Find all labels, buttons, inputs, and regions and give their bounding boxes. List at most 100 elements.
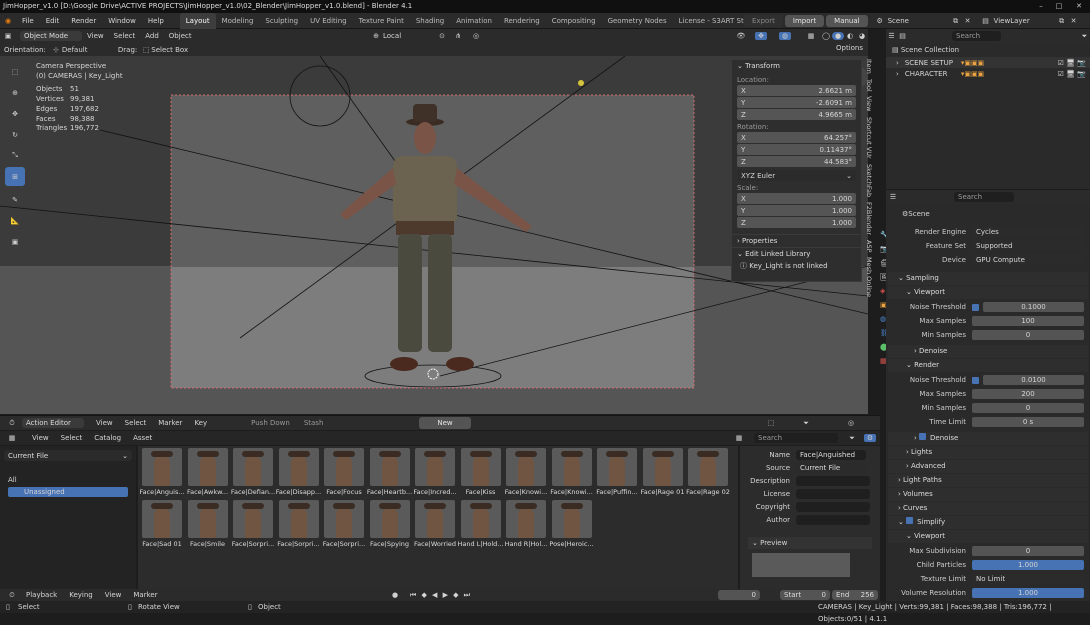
asset-tile[interactable]: Face|Sorpri... — [277, 500, 321, 548]
asset-tile[interactable]: Face|Rage 01 — [641, 448, 685, 496]
options-button[interactable]: Options — [836, 44, 863, 52]
start-frame-field[interactable]: Start 0 — [780, 590, 830, 600]
minimize-icon[interactable]: – — [1032, 0, 1050, 13]
tab-uv-editing[interactable]: UV Editing — [304, 13, 353, 29]
transform-panel-header[interactable]: ⌄ Transform — [732, 60, 861, 73]
properties-editor-icon[interactable]: ☰ — [886, 193, 900, 201]
tab-shortcut[interactable]: Shortcut VUr — [865, 117, 873, 159]
asset-tile[interactable]: Face|Defian... — [231, 448, 275, 496]
asset-name-field[interactable]: Face|Anguished — [796, 450, 866, 460]
r-min-field[interactable]: 0 — [972, 403, 1084, 413]
asset-tile[interactable]: Face|Anguis... — [139, 448, 185, 496]
display-mode-icon[interactable]: ▦ — [733, 434, 745, 442]
rotation-z-field[interactable]: Z 44.583° — [737, 156, 856, 167]
properties-search[interactable]: Search — [954, 192, 1014, 202]
tab-texture-paint[interactable]: Texture Paint — [353, 13, 410, 29]
rotation-y-field[interactable]: Y 0.11437° — [737, 144, 856, 155]
rotate-tool-icon[interactable]: ↻ — [5, 125, 25, 144]
asset-settings-icon[interactable]: ⚙ — [864, 434, 876, 442]
add-cube-tool-icon[interactable]: ▣ — [5, 232, 25, 251]
record-icon[interactable]: ● — [390, 591, 400, 599]
tab-geometry-nodes[interactable]: Geometry Nodes — [602, 13, 673, 29]
viewport-subpanel[interactable]: ⌄ Viewport — [888, 286, 1088, 299]
asset-description-field[interactable] — [796, 476, 870, 486]
render-subpanel[interactable]: ⌄ Render — [888, 359, 1088, 372]
solid-shading-icon[interactable]: ● — [832, 32, 844, 40]
annotate-tool-icon[interactable]: ✎ — [5, 190, 25, 209]
tab-layout[interactable]: Layout — [179, 12, 216, 29]
filter-icon[interactable]: ⏷ — [800, 419, 812, 428]
asset-tile[interactable]: Face|Awkw... — [187, 448, 230, 496]
ab-menu-catalog[interactable]: Catalog — [88, 434, 127, 442]
advanced-subpanel[interactable]: › Advanced — [888, 460, 1088, 473]
asset-search[interactable]: Search — [754, 433, 838, 443]
jump-end-icon[interactable]: ⏭ — [464, 591, 470, 600]
simplify-viewport-subpanel[interactable]: ⌄ Viewport — [888, 530, 1088, 543]
menu-render[interactable]: Render — [65, 13, 102, 29]
asset-tile[interactable]: Face|Rage 02 — [686, 448, 730, 496]
view-layer-name[interactable]: ViewLayer — [994, 17, 1056, 25]
vp-menu-object[interactable]: Object — [164, 32, 197, 40]
scale-x-field[interactable]: X 1.000 — [737, 193, 856, 204]
tab-animation[interactable]: Animation — [450, 13, 498, 29]
visibility-icon[interactable]: 👁 — [735, 32, 747, 40]
end-frame-field[interactable]: End 256 — [832, 590, 878, 600]
curves-panel[interactable]: › Curves — [888, 502, 1088, 515]
measure-tool-icon[interactable]: 📐 — [5, 211, 25, 230]
scene-collection-row[interactable]: ▤ Scene Collection — [886, 43, 1090, 57]
asset-tile[interactable]: Face|Kiss — [460, 448, 503, 496]
scale-z-field[interactable]: Z 1.000 — [737, 217, 856, 228]
move-tool-icon[interactable]: ✥ — [5, 104, 25, 123]
tab-shading[interactable]: Shading — [410, 13, 450, 29]
r-noise-field[interactable]: 0.0100 — [983, 375, 1084, 385]
linked-library-panel-header[interactable]: ⌄ Edit Linked Library — [732, 247, 861, 260]
location-z-field[interactable]: Z 4.9665 m — [737, 109, 856, 120]
render-engine-select[interactable]: Cycles — [972, 227, 1084, 237]
play-reverse-icon[interactable]: ◀ — [432, 591, 437, 599]
asset-tile[interactable]: Face|Sad 01 — [142, 500, 184, 548]
volumes-panel[interactable]: › Volumes — [888, 488, 1088, 501]
vp-noise-field[interactable]: 0.1000 — [983, 302, 1084, 312]
ae-menu-select[interactable]: Select — [119, 419, 153, 427]
tl-menu-view[interactable]: View — [99, 591, 128, 599]
preview-panel-header[interactable]: ⌄ Preview — [748, 537, 872, 549]
maximize-icon[interactable]: □ — [1050, 0, 1068, 13]
material-shading-icon[interactable]: ◐ — [844, 32, 856, 40]
ab-menu-asset[interactable]: Asset — [127, 434, 158, 442]
tab-modeling[interactable]: Modeling — [216, 13, 260, 29]
filter-icon[interactable]: ⏷ — [1079, 32, 1090, 41]
max-subdiv-field[interactable]: 0 — [972, 546, 1084, 556]
scale-y-field[interactable]: Y 1.000 — [737, 205, 856, 216]
menu-file[interactable]: File — [16, 13, 40, 29]
select-box-tool-icon[interactable]: ⬚ — [5, 62, 25, 81]
new-scene-icon[interactable]: ⧉ — [950, 17, 962, 26]
asset-copyright-field[interactable] — [796, 502, 870, 512]
vp-menu-add[interactable]: Add — [140, 32, 164, 40]
prev-key-icon[interactable]: ◆ — [421, 591, 426, 599]
tab-asp[interactable]: ASP — [865, 240, 873, 253]
asset-browser-icon[interactable]: ▦ — [4, 434, 20, 442]
simplify-panel[interactable]: ⌄ Simplify — [888, 516, 1088, 529]
menu-edit[interactable]: Edit — [40, 13, 66, 29]
asset-tile[interactable]: Face|Knowi... — [550, 448, 594, 496]
snap-icon[interactable]: ⋔ — [452, 32, 464, 40]
properties-panel-header[interactable]: › Properties — [732, 234, 861, 247]
asset-tile[interactable]: Face|Heartb... — [367, 448, 412, 496]
export-button[interactable]: Export — [744, 15, 783, 27]
asset-tile[interactable]: Pose|Heroic... — [549, 500, 594, 548]
jump-start-icon[interactable]: ⏮ — [410, 591, 416, 600]
asset-tile[interactable]: Hand R|Hol... — [505, 500, 548, 548]
collection-row[interactable]: › CHARACTER ▾▣▣▣ ☑ 🖥 📷 — [886, 68, 1090, 79]
menu-window[interactable]: Window — [102, 13, 142, 29]
vp-menu-select[interactable]: Select — [109, 32, 141, 40]
scale-tool-icon[interactable]: ⤡ — [5, 146, 25, 165]
device-select[interactable]: GPU Compute — [972, 255, 1084, 265]
wireframe-shading-icon[interactable]: ◯ — [820, 32, 832, 40]
tab-sculpting[interactable]: Sculpting — [259, 13, 304, 29]
tab-item[interactable]: Item — [865, 59, 873, 74]
mode-select[interactable]: Object Mode — [20, 31, 82, 41]
feature-set-select[interactable]: Supported — [972, 241, 1084, 251]
ae-menu-view[interactable]: View — [90, 419, 119, 427]
orientation-select[interactable]: Default — [62, 46, 110, 54]
tab-f2blender[interactable]: F2Blender — [865, 202, 873, 235]
